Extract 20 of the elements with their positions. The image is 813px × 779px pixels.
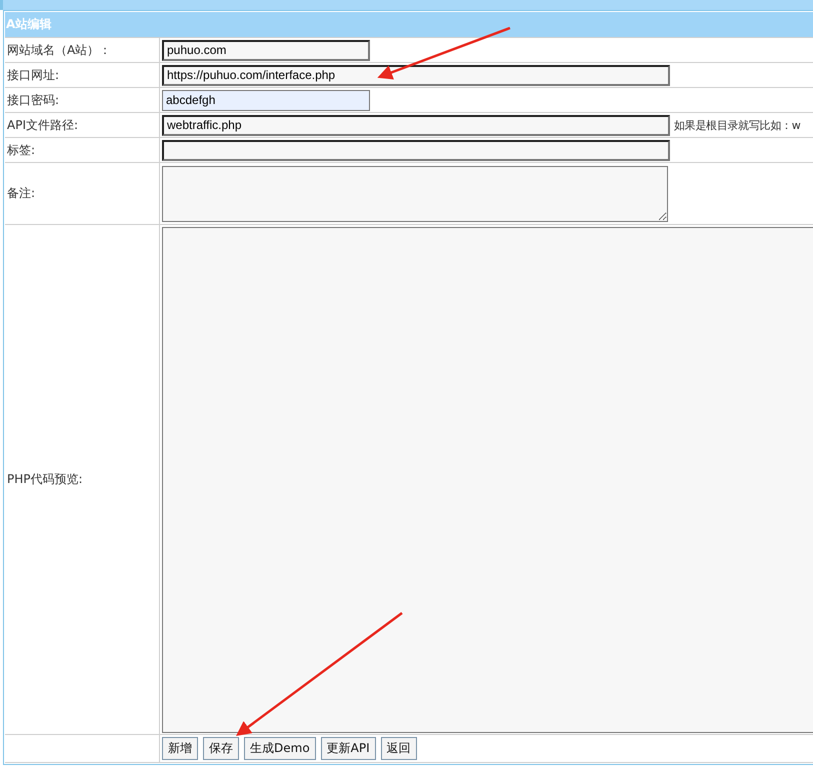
input-field[interactable]: abcdefgh [162, 90, 370, 110]
field-hint: 如果是根目录就写比如：w [674, 118, 800, 132]
field-label: 标签: [7, 142, 36, 158]
notes-field[interactable] [162, 166, 668, 222]
input-field[interactable]: https://puhuo.com/interface.php [162, 64, 670, 86]
field-label: 备注: [7, 185, 36, 202]
field-label: 网站域名（A站）： [7, 42, 112, 58]
panel-title: A站编辑 [5, 12, 813, 37]
form-button[interactable]: 更新API [320, 737, 376, 760]
input-field[interactable]: puhuo.com [162, 40, 370, 60]
form-button[interactable]: 生成Demo [244, 737, 316, 760]
field-label: PHP代码预览: [7, 471, 83, 488]
field-label: API文件路径: [7, 116, 78, 134]
form-button[interactable]: 新增 [162, 737, 198, 760]
field-label: 接口密码: [7, 92, 60, 108]
form-button[interactable]: 保存 [203, 737, 239, 760]
input-field[interactable] [162, 140, 670, 160]
input-field[interactable]: webtraffic.php [162, 114, 670, 136]
form-button[interactable]: 返回 [380, 737, 417, 760]
field-label: 接口网址: [7, 66, 60, 84]
